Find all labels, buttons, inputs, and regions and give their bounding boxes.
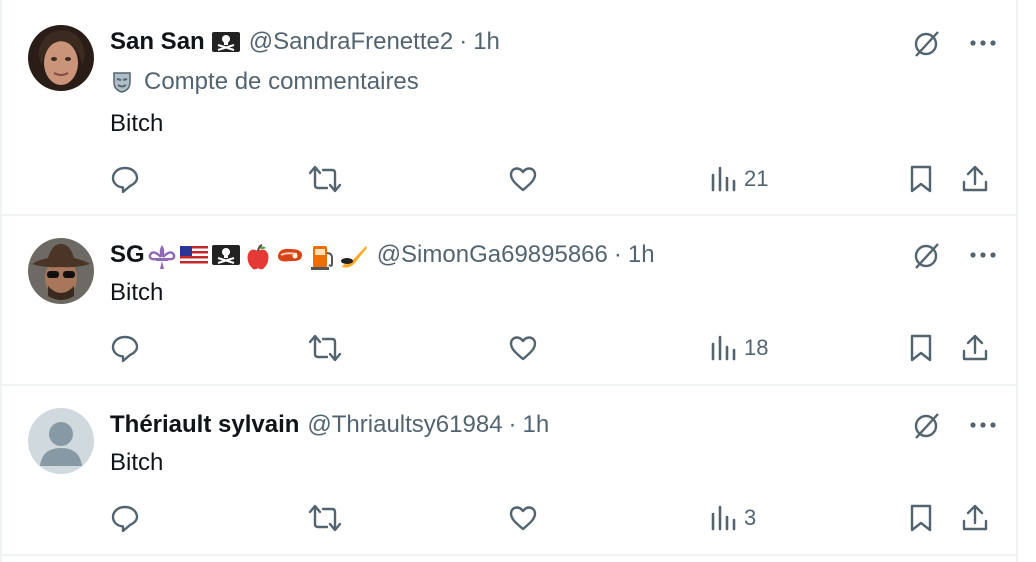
- tweet-row[interactable]: San San @SandraFrenette2 · 1h Compte de …: [0, 0, 1018, 216]
- heart-icon: [509, 167, 537, 192]
- mask-icon: [110, 70, 144, 94]
- tweet-actions: 21: [110, 162, 990, 196]
- avatar[interactable]: [28, 238, 94, 304]
- red-apple-icon: [243, 243, 273, 270]
- avatar[interactable]: [28, 25, 94, 91]
- avatar[interactable]: [28, 408, 94, 474]
- like-button[interactable]: [508, 331, 538, 365]
- community-label[interactable]: Compte de commentaires: [110, 67, 419, 97]
- share-icon: [962, 504, 988, 531]
- display-name[interactable]: San San: [110, 28, 205, 56]
- like-button[interactable]: [508, 162, 538, 196]
- more-options-icon[interactable]: [970, 39, 996, 47]
- share-icon: [962, 334, 988, 361]
- share-button[interactable]: [960, 162, 990, 196]
- display-name[interactable]: Thériault sylvain: [110, 411, 299, 439]
- tweet-row[interactable]: SG @SimonGa69895866 · 1h Bitch 18: [0, 216, 1018, 386]
- steak-icon: [275, 243, 305, 267]
- heart-icon: [509, 506, 537, 531]
- community-label-text: Compte de commentaires: [144, 68, 419, 95]
- skull-crossbones-flag-icon: [211, 30, 241, 54]
- reply-button[interactable]: [110, 331, 140, 365]
- views-button[interactable]: 21: [710, 162, 768, 196]
- display-name[interactable]: SG: [110, 241, 145, 269]
- us-flag-icon: [179, 243, 209, 267]
- bookmark-button[interactable]: [908, 331, 934, 365]
- heart-icon: [509, 336, 537, 361]
- timestamp[interactable]: 1h: [628, 241, 655, 269]
- more-options-icon[interactable]: [970, 421, 996, 429]
- tweet-actions: 18: [110, 331, 990, 365]
- views-count: 18: [744, 335, 769, 360]
- separator: ·: [613, 241, 622, 268]
- views-chart-icon: [711, 335, 736, 361]
- reply-icon: [111, 335, 139, 363]
- tweet-actions: 3: [110, 501, 990, 535]
- grok-icon[interactable]: [912, 240, 942, 270]
- bookmark-button[interactable]: [908, 162, 934, 196]
- fuel-pump-icon: [307, 243, 337, 270]
- tweet-header: San San @SandraFrenette2 · 1h: [110, 26, 500, 58]
- tweet-text: Bitch: [110, 279, 164, 306]
- repost-icon: [308, 165, 342, 193]
- bookmark-icon: [910, 165, 932, 193]
- timestamp[interactable]: 1h: [473, 28, 500, 56]
- reply-icon: [111, 166, 139, 194]
- grok-icon[interactable]: [912, 410, 942, 440]
- like-button[interactable]: [508, 501, 538, 535]
- more-options-icon[interactable]: [970, 251, 996, 259]
- user-handle[interactable]: @SimonGa69895866: [377, 241, 608, 269]
- repost-button[interactable]: [308, 501, 342, 535]
- skull-crossbones-flag-icon: [211, 243, 241, 267]
- bookmark-icon: [910, 504, 932, 532]
- reply-button[interactable]: [110, 162, 140, 196]
- views-chart-icon: [711, 166, 736, 192]
- user-handle[interactable]: @Thriaultsy61984: [307, 411, 502, 439]
- views-count: 3: [744, 505, 757, 530]
- reply-button[interactable]: [110, 501, 140, 535]
- repost-button[interactable]: [308, 162, 342, 196]
- tweet-header: Thériault sylvain @Thriaultsy61984 · 1h: [110, 409, 549, 441]
- separator: ·: [508, 411, 517, 438]
- share-icon: [962, 165, 988, 192]
- repost-button[interactable]: [308, 331, 342, 365]
- reply-icon: [111, 505, 139, 533]
- repost-icon: [308, 334, 342, 362]
- share-button[interactable]: [960, 501, 990, 535]
- views-count: 21: [744, 166, 769, 191]
- tweet-text: Bitch: [110, 110, 164, 137]
- hockey-stick-puck-icon: [339, 243, 369, 268]
- grok-icon[interactable]: [912, 28, 942, 58]
- tweet-top-actions: [912, 240, 996, 270]
- bookmark-button[interactable]: [908, 501, 934, 535]
- separator: ·: [459, 28, 468, 55]
- name-badges: [211, 30, 241, 54]
- reply-feed: San San @SandraFrenette2 · 1h Compte de …: [0, 0, 1036, 562]
- tweet-top-actions: [912, 28, 996, 58]
- bookmark-icon: [910, 334, 932, 362]
- tweet-top-actions: [912, 410, 996, 440]
- views-button[interactable]: 3: [710, 501, 756, 535]
- repost-icon: [308, 504, 342, 532]
- timestamp[interactable]: 1h: [523, 411, 550, 439]
- tweet-header: SG @SimonGa69895866 · 1h: [110, 239, 655, 271]
- tweet-text: Bitch: [110, 449, 164, 476]
- name-badges: [147, 243, 369, 270]
- views-chart-icon: [711, 505, 736, 531]
- tweet-row[interactable]: Thériault sylvain @Thriaultsy61984 · 1h …: [0, 386, 1018, 556]
- share-button[interactable]: [960, 331, 990, 365]
- views-button[interactable]: 18: [710, 331, 768, 365]
- user-handle[interactable]: @SandraFrenette2: [249, 28, 453, 56]
- fleur-de-lis-icon: [147, 243, 177, 269]
